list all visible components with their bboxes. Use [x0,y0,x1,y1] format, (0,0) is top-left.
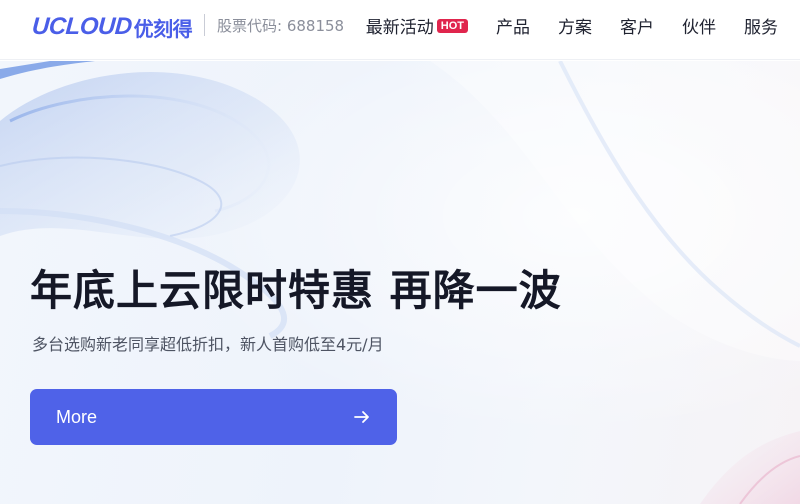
nav-item-label: 客户 [620,18,654,38]
main-nav: 最新活动 HOT 产品 方案 客户 伙伴 服务 [366,13,778,38]
hero-headline: 年底上云限时特惠 再降一波 [30,266,562,315]
nav-item-customers[interactable]: 客户 [620,13,654,38]
logo-chinese-name: 优刻得 [133,18,193,41]
more-button-label: More [56,406,98,427]
hot-badge: HOT [436,19,468,33]
nav-item-label: 最新活动 [365,18,434,38]
logo-divider [204,14,205,36]
nav-item-label: 产品 [496,18,530,38]
stock-code: 股票代码: 688158 [217,17,345,35]
hero-banner: 年底上云限时特惠 再降一波 多台选购新老同享超低折扣，新人首购低至4元/月 Mo… [0,61,800,504]
nav-item-solutions[interactable]: 方案 [558,13,592,38]
nav-item-label: 伙伴 [682,18,716,38]
arrow-right-icon [354,411,369,423]
nav-item-partners[interactable]: 伙伴 [682,13,716,38]
nav-item-latest-activities[interactable]: 最新活动 HOT [366,13,468,38]
nav-item-label: 服务 [744,18,778,38]
nav-item-products[interactable]: 产品 [496,13,530,38]
ucloud-logo[interactable]: UCLOUD 优刻得 [31,12,193,42]
top-navbar: UCLOUD 优刻得 股票代码: 688158 最新活动 HOT 产品 方案 客户… [0,0,800,60]
more-button[interactable]: More [30,389,397,445]
nav-item-services[interactable]: 服务 [744,13,778,38]
nav-item-label: 方案 [558,18,592,38]
logo-wordmark: UCLOUD [31,13,133,40]
hero-subheadline: 多台选购新老同享超低折扣，新人首购低至4元/月 [32,335,384,354]
